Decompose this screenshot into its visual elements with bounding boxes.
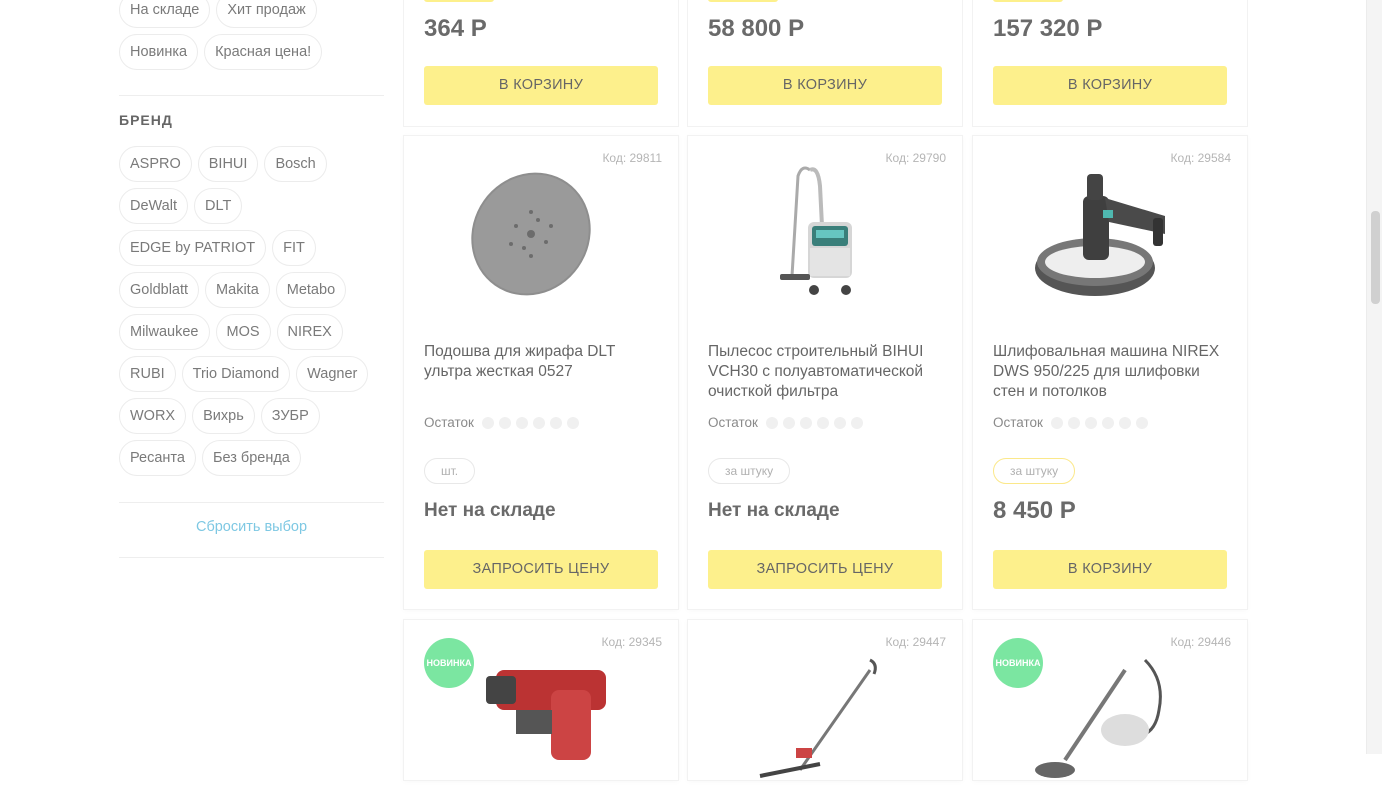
unit-selector[interactable]: шт.: [424, 458, 476, 484]
stock-dots: [481, 416, 579, 429]
product-card: 157 320 Р В КОРЗИНУ: [973, 0, 1247, 126]
brand-chip[interactable]: Goldblatt: [119, 272, 200, 308]
product-price: 157 320 Р: [993, 15, 1103, 42]
divider: [119, 502, 384, 503]
new-badge: НОВИНКА: [993, 638, 1043, 688]
brand-chip[interactable]: WORX: [119, 398, 187, 434]
brand-chip[interactable]: DLT: [194, 188, 243, 224]
brand-chip[interactable]: NIREX: [276, 314, 343, 350]
brand-chip[interactable]: DeWalt: [119, 188, 188, 224]
brand-filters: ASPRO BIHUI Bosch DeWalt DLT EDGE by PAT…: [119, 146, 384, 476]
brand-chip[interactable]: Makita: [205, 272, 270, 308]
stock-label: Остаток: [424, 415, 474, 430]
wall-sander-icon[interactable]: [1025, 156, 1175, 306]
stock-dots: [765, 416, 863, 429]
sanding-pad-icon[interactable]: [456, 156, 606, 306]
product-price: 8 450 Р: [993, 497, 1076, 524]
brand-chip[interactable]: Metabo: [275, 272, 347, 308]
product-code: Код: 29790: [885, 151, 946, 165]
product-price: 58 800 Р: [708, 15, 805, 42]
stock-indicator: Остаток: [424, 415, 579, 430]
product-title[interactable]: Пылесос строительный BIHUI VCH30 с полуа…: [708, 342, 948, 402]
product-card[interactable]: Код: 29790 Пылесос строительный BIHUI VC…: [688, 136, 962, 609]
brand-filter-title: БРЕНД: [119, 112, 173, 128]
add-to-cart-button[interactable]: В КОРЗИНУ: [993, 66, 1227, 105]
add-to-cart-button[interactable]: В КОРЗИНУ: [424, 66, 658, 105]
product-code: Код: 29584: [1170, 151, 1231, 165]
tag-chip[interactable]: Красная цена!: [204, 34, 323, 70]
add-to-cart-button[interactable]: В КОРЗИНУ: [708, 66, 942, 105]
reset-filter-link[interactable]: Сбросить выбор: [119, 519, 384, 535]
unit-selector[interactable]: за штуку: [993, 458, 1076, 484]
brand-chip[interactable]: Вихрь: [192, 398, 255, 434]
product-card[interactable]: Код: 29345 НОВИНКА: [404, 620, 678, 780]
page-scrollbar[interactable]: [1366, 0, 1382, 754]
tag-chip[interactable]: На складе: [119, 0, 211, 28]
product-card[interactable]: Код: 29811 Подошва для жирафа DLT ультра…: [404, 136, 678, 609]
tag-filters: На складе Хит продаж Новинка Красная цен…: [119, 0, 384, 70]
product-code: Код: 29345: [601, 635, 662, 649]
label-tab: [708, 0, 778, 2]
unit-selector[interactable]: за штуку: [708, 458, 791, 484]
brand-chip[interactable]: FIT: [272, 230, 316, 266]
drywall-sander-icon[interactable]: [1025, 640, 1175, 790]
stock-dots: [1050, 416, 1148, 429]
product-price: Нет на складе: [424, 500, 556, 521]
pole-sander-icon[interactable]: [740, 640, 890, 790]
product-code: Код: 29811: [602, 151, 662, 165]
brand-chip[interactable]: Bosch: [264, 146, 327, 182]
product-card: 364 Р В КОРЗИНУ: [404, 0, 678, 126]
product-price: 364 Р: [424, 15, 487, 42]
brand-chip[interactable]: RUBI: [119, 356, 176, 392]
brand-chip[interactable]: Trio Diamond: [181, 356, 291, 392]
brand-chip[interactable]: MOS: [215, 314, 271, 350]
product-card[interactable]: Код: 29584 Шлифовальная машина NIREX DWS…: [973, 136, 1247, 609]
vacuum-cleaner-icon[interactable]: [740, 156, 890, 306]
product-card[interactable]: Код: 29446 НОВИНКА: [973, 620, 1247, 780]
divider: [119, 95, 384, 96]
product-card[interactable]: Код: 29447: [688, 620, 962, 780]
label-tab: [993, 0, 1063, 2]
brand-chip[interactable]: Ресанта: [119, 440, 196, 476]
add-to-cart-button[interactable]: В КОРЗИНУ: [993, 550, 1227, 589]
divider: [119, 557, 384, 558]
tag-chip[interactable]: Новинка: [119, 34, 199, 70]
product-title[interactable]: Шлифовальная машина NIREX DWS 950/225 дл…: [993, 342, 1233, 402]
brand-chip[interactable]: ЗУБР: [260, 398, 320, 434]
stock-indicator: Остаток: [993, 415, 1148, 430]
brand-chip[interactable]: Milwaukee: [119, 314, 210, 350]
rotary-hammer-icon[interactable]: [456, 640, 606, 790]
brand-chip[interactable]: EDGE by PATRIOT: [119, 230, 267, 266]
product-code: Код: 29447: [885, 635, 946, 649]
stock-label: Остаток: [708, 415, 758, 430]
brand-chip[interactable]: BIHUI: [197, 146, 259, 182]
product-card: 58 800 Р В КОРЗИНУ: [688, 0, 962, 126]
request-price-button[interactable]: ЗАПРОСИТЬ ЦЕНУ: [708, 550, 942, 589]
product-code: Код: 29446: [1170, 635, 1231, 649]
new-badge: НОВИНКА: [424, 638, 474, 688]
brand-chip[interactable]: Без бренда: [201, 440, 301, 476]
request-price-button[interactable]: ЗАПРОСИТЬ ЦЕНУ: [424, 550, 658, 589]
product-price: Нет на складе: [708, 500, 840, 521]
brand-chip[interactable]: ASPRO: [119, 146, 192, 182]
product-title[interactable]: Подошва для жирафа DLT ультра жесткая 05…: [424, 342, 664, 382]
stock-label: Остаток: [993, 415, 1043, 430]
scrollbar-thumb[interactable]: [1371, 211, 1380, 304]
label-tab: [424, 0, 494, 2]
tag-chip[interactable]: Хит продаж: [216, 0, 317, 28]
stock-indicator: Остаток: [708, 415, 863, 430]
brand-chip[interactable]: Wagner: [296, 356, 369, 392]
